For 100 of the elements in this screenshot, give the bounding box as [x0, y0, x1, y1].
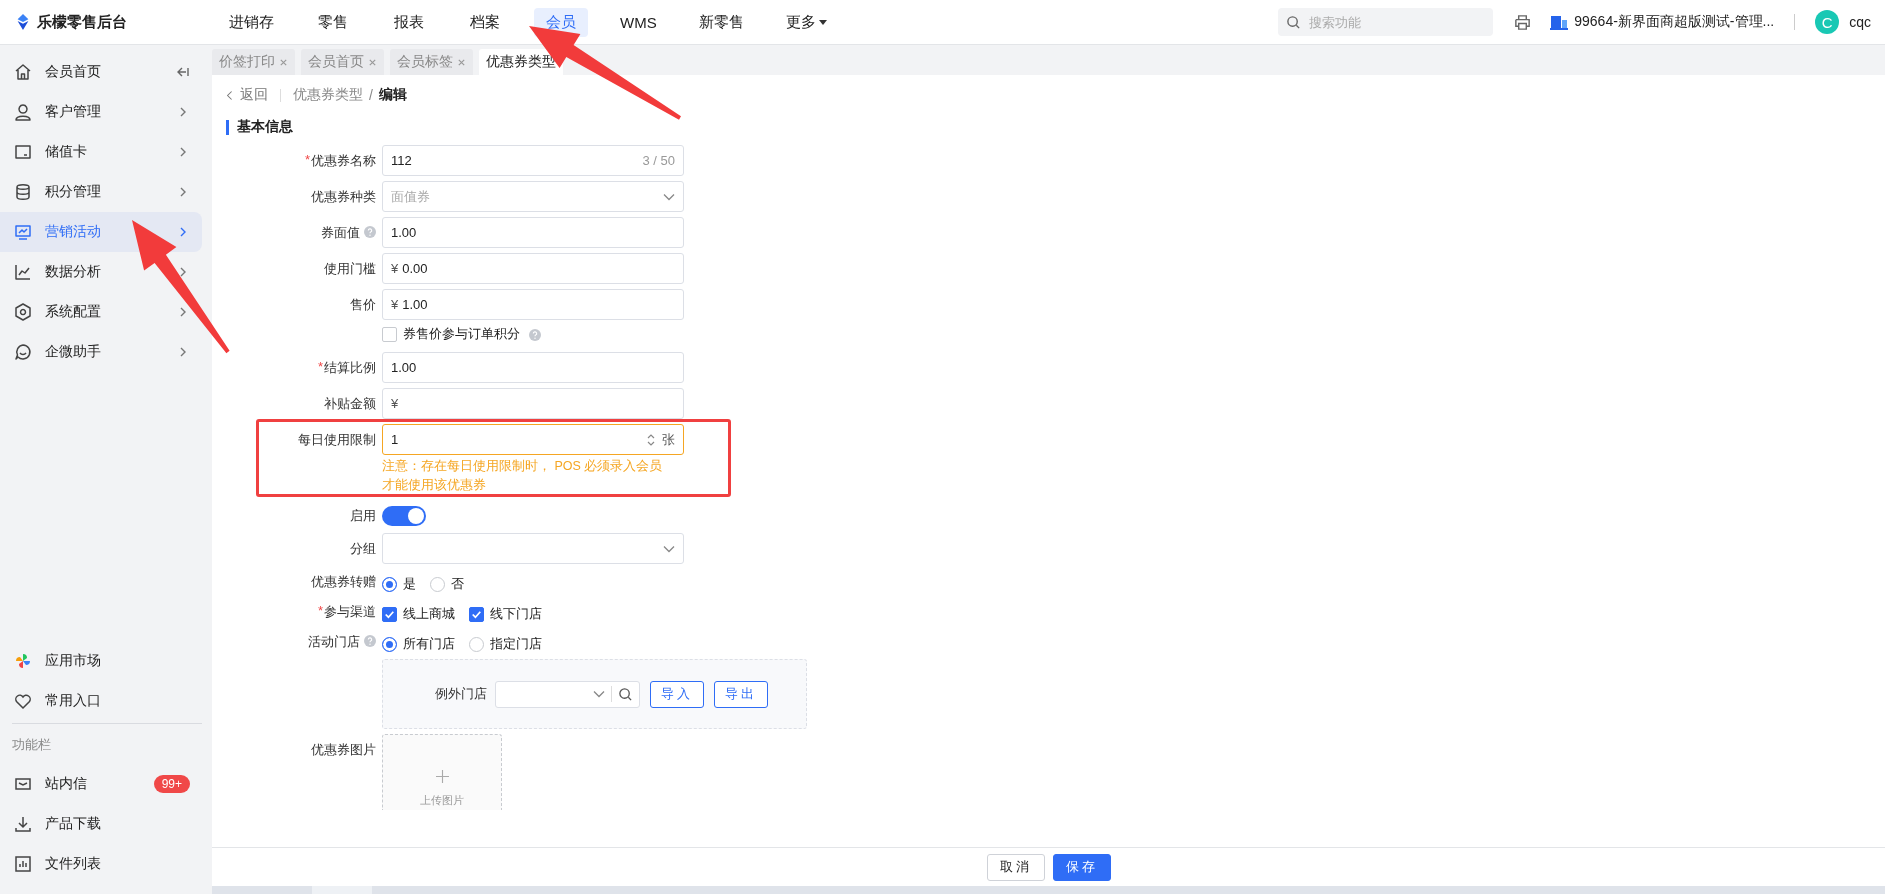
sidebar-item[interactable]: 常用入口 — [0, 681, 202, 721]
chevron-down-icon — [663, 192, 675, 201]
input-field[interactable]: ¥ 0.00 — [382, 253, 684, 284]
close-icon[interactable] — [279, 57, 288, 67]
count-badge: 99+ — [153, 775, 190, 793]
field-label: 优惠券名称 — [311, 152, 376, 170]
sidebar-item[interactable]: 积分管理 — [0, 172, 202, 212]
nav-item[interactable]: 进销存 — [219, 7, 284, 37]
stepper-icon[interactable] — [646, 432, 656, 447]
checkbox-label: 线下门店 — [490, 605, 542, 623]
monitor-icon — [13, 222, 33, 242]
nav-item[interactable]: 新零售 — [688, 7, 754, 37]
breadcrumb-separator: / — [369, 87, 373, 103]
home-icon — [13, 62, 33, 82]
field-label: 使用门槛 — [324, 260, 376, 278]
pinwheel-icon — [13, 651, 33, 671]
sidebar-item[interactable]: 应用市场 — [0, 641, 202, 681]
field-label: 售价 — [350, 296, 376, 314]
close-icon[interactable] — [368, 57, 377, 67]
field-label: 参与渠道 — [324, 603, 376, 621]
field-label: 优惠券图片 — [311, 741, 376, 759]
database-icon — [13, 182, 33, 202]
sidebar-item[interactable]: 企微助手 — [0, 332, 202, 372]
input-field[interactable]: ¥ 1.00 — [382, 289, 684, 320]
checkbox[interactable] — [382, 606, 397, 622]
section-title: 基本信息 — [237, 118, 293, 136]
required-mark: * — [317, 603, 323, 618]
section-label: 功能栏 — [11, 736, 52, 754]
required-mark: * — [304, 152, 310, 167]
radio-button[interactable] — [430, 576, 445, 592]
input-field[interactable]: 1.00 — [382, 217, 684, 248]
footer-button[interactable]: 保存 — [1052, 853, 1111, 881]
sidebar-item[interactable]: 储值卡 — [0, 132, 202, 172]
sidebar-item[interactable]: 产品下载 — [0, 804, 202, 844]
close-icon[interactable] — [457, 57, 466, 67]
chevron-left-icon — [226, 89, 234, 101]
field-label: 启用 — [350, 507, 376, 525]
printer-icon[interactable] — [1513, 12, 1533, 32]
radio-label: 否 — [451, 575, 464, 593]
collapse-icon[interactable] — [176, 65, 190, 79]
help-icon[interactable] — [364, 226, 376, 238]
breadcrumb-current: 编辑 — [378, 86, 407, 104]
field-label: 每日使用限制 — [298, 431, 376, 449]
chat-icon — [13, 342, 33, 362]
sidebar-item[interactable]: 文件列表 — [0, 844, 202, 884]
search-icon — [1286, 14, 1302, 30]
search-input[interactable]: 搜索功能 — [1307, 13, 1482, 31]
store-name[interactable]: 99664-新界面商超版测试-管理... — [1574, 13, 1775, 31]
sidebar-item[interactable]: 数据分析 — [0, 252, 202, 292]
field-label: 券面值 — [321, 224, 360, 242]
radio-label: 是 — [403, 575, 416, 593]
nav-item[interactable]: 档案 — [458, 7, 512, 37]
card-icon — [13, 142, 33, 162]
radio-button[interactable] — [382, 636, 397, 652]
search-field[interactable]: 搜索功能 — [1278, 8, 1494, 36]
checkbox[interactable] — [382, 326, 397, 342]
scrollbar[interactable] — [212, 886, 1885, 894]
store-select-field[interactable] — [495, 680, 640, 708]
user-icon — [13, 102, 33, 122]
input-field[interactable]: 1.00 — [382, 352, 684, 383]
warning-note: 注意：存在每日使用限制时， POS 必须录入会员才能使用该优惠券 — [382, 458, 664, 494]
hexagon-icon — [13, 302, 33, 322]
breadcrumb-link[interactable]: 优惠券类型 — [293, 86, 363, 104]
input-field[interactable]: 112 3 / 50 — [382, 145, 684, 176]
sidebar-item[interactable]: 站内信 99+ — [0, 764, 202, 804]
input-field[interactable]: 1 张 — [382, 424, 684, 455]
nav-item[interactable]: 报表 — [382, 7, 436, 37]
nav-item[interactable]: 零售 — [306, 7, 360, 37]
select-field[interactable] — [382, 533, 684, 564]
checkbox[interactable] — [469, 606, 484, 622]
back-link[interactable]: 返回 — [226, 86, 268, 104]
help-icon[interactable] — [529, 329, 541, 341]
sidebar-item[interactable]: 营销活动 — [0, 212, 202, 252]
sidebar-item[interactable]: 客户管理 — [0, 92, 202, 132]
search-icon[interactable] — [618, 686, 633, 702]
checkbox-label: 线上商城 — [403, 605, 455, 623]
line-chart-icon — [13, 262, 33, 282]
chevron-down-icon — [593, 690, 605, 698]
sidebar-item[interactable]: 会员首页 — [0, 52, 202, 92]
chevron-down-icon — [663, 544, 675, 553]
field-label: 活动门店 — [308, 633, 360, 651]
nav-item[interactable]: 更多 — [775, 7, 837, 37]
user-name: cqc — [1849, 14, 1871, 30]
radio-label: 指定门店 — [490, 635, 542, 653]
outline-button[interactable]: 导入 — [650, 680, 704, 708]
field-label: 结算比例 — [324, 359, 376, 377]
field-label: 优惠券转赠 — [311, 573, 376, 591]
required-mark: * — [317, 359, 323, 374]
sidebar-item[interactable]: 系统配置 — [0, 292, 202, 332]
toggle-switch[interactable] — [382, 506, 426, 526]
plus-icon — [435, 770, 449, 783]
field-label: 优惠券种类 — [311, 188, 376, 206]
radio-button[interactable] — [469, 636, 484, 652]
radio-button[interactable] — [382, 576, 397, 592]
nav-item[interactable]: WMS — [610, 7, 667, 37]
footer-button[interactable]: 取消 — [986, 853, 1045, 881]
input-field[interactable]: ¥ — [382, 388, 684, 419]
help-icon[interactable] — [364, 635, 376, 647]
outline-button[interactable]: 导出 — [714, 680, 768, 708]
radio-label: 所有门店 — [403, 635, 455, 653]
